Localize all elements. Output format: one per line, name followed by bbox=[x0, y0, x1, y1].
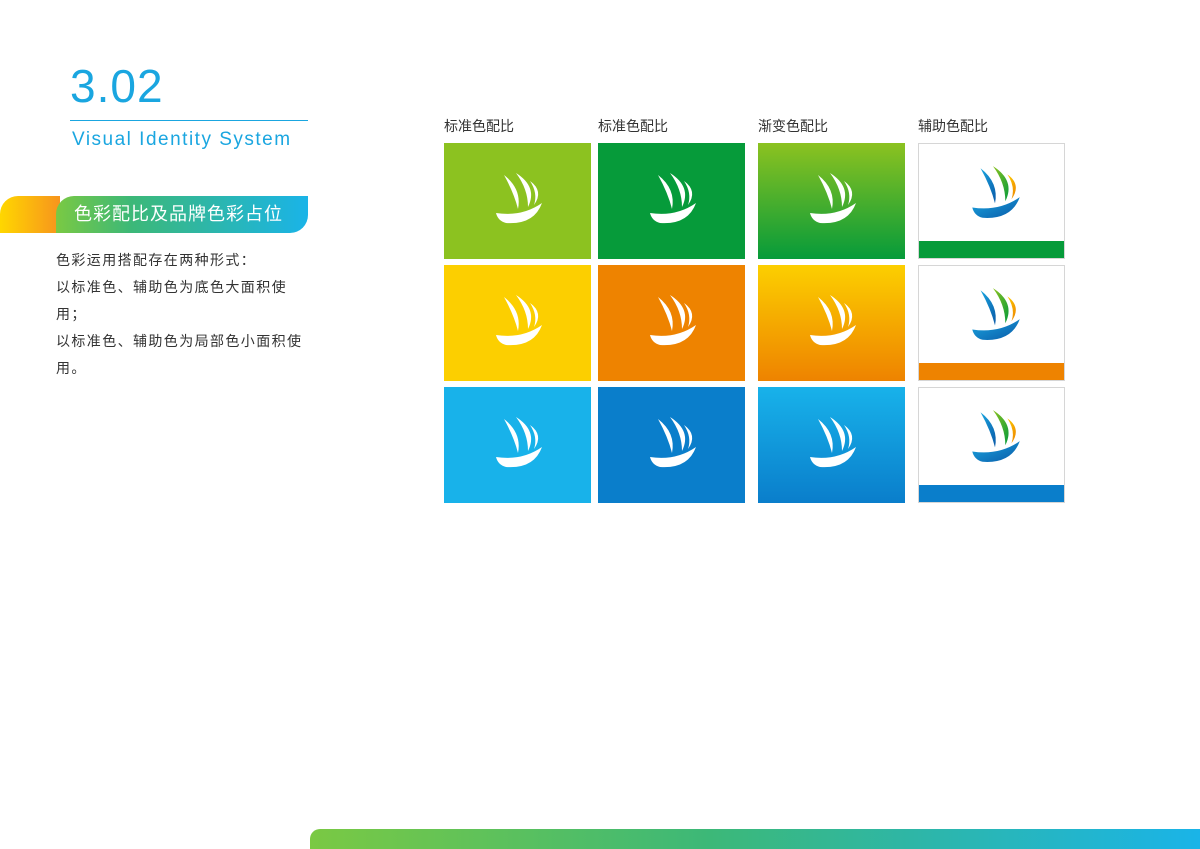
swatch-gradient-orange bbox=[758, 265, 905, 381]
swatch-blue-light bbox=[444, 387, 591, 503]
tag-title: 色彩配比及品牌色彩占位 bbox=[74, 204, 283, 225]
section-subtitle: Visual Identity System bbox=[72, 129, 292, 150]
body-text: 色彩运用搭配存在两种形式： 以标准色、辅助色为底色大面积使用； 以标准色、辅助色… bbox=[56, 248, 310, 383]
swatch-yellow bbox=[444, 265, 591, 381]
sailboat-logo-icon bbox=[810, 295, 856, 346]
sailboat-logo-icon bbox=[496, 417, 542, 468]
swatch-auxiliary-orange bbox=[918, 265, 1065, 381]
swatch-green-dark bbox=[598, 143, 745, 259]
swatch-gradient-blue bbox=[758, 387, 905, 503]
body-line: 以标准色、辅助色为底色大面积使用； bbox=[56, 280, 287, 323]
sailboat-logo-icon bbox=[810, 417, 856, 468]
sailboat-logo-icon bbox=[650, 417, 696, 468]
swatch-blue-dark bbox=[598, 387, 745, 503]
swatch-gradient-green bbox=[758, 143, 905, 259]
section-number: 3.02 bbox=[70, 60, 164, 112]
color-stripe-orange bbox=[919, 363, 1064, 380]
section-tag: 色彩配比及品牌色彩占位 bbox=[0, 196, 310, 233]
column-label-4: 辅助色配比 bbox=[918, 119, 988, 135]
column-label-3: 渐变色配比 bbox=[758, 119, 828, 135]
swatch-auxiliary-blue bbox=[918, 387, 1065, 503]
tag-orange-accent bbox=[0, 196, 60, 233]
swatch-orange bbox=[598, 265, 745, 381]
sailboat-logo-icon bbox=[496, 295, 542, 346]
footer-gradient-bar bbox=[310, 829, 1200, 849]
sailboat-logo-icon bbox=[496, 173, 542, 224]
color-stripe-blue bbox=[919, 485, 1064, 502]
sailboat-logo-icon bbox=[650, 173, 696, 224]
color-stripe-green bbox=[919, 241, 1064, 258]
sailboat-logo-icon bbox=[650, 295, 696, 346]
body-line: 色彩运用搭配存在两种形式： bbox=[56, 253, 257, 269]
column-label-1: 标准色配比 bbox=[444, 119, 514, 135]
sailboat-logo-icon bbox=[972, 166, 1020, 218]
body-line: 以标准色、辅助色为局部色小面积使用。 bbox=[56, 334, 303, 377]
swatch-auxiliary-green bbox=[918, 143, 1065, 259]
sailboat-logo-icon bbox=[810, 173, 856, 224]
swatch-green-light bbox=[444, 143, 591, 259]
column-label-2: 标准色配比 bbox=[598, 119, 668, 135]
section-rule bbox=[70, 120, 308, 121]
sailboat-logo-icon bbox=[972, 288, 1020, 340]
sailboat-logo-icon bbox=[972, 410, 1020, 462]
